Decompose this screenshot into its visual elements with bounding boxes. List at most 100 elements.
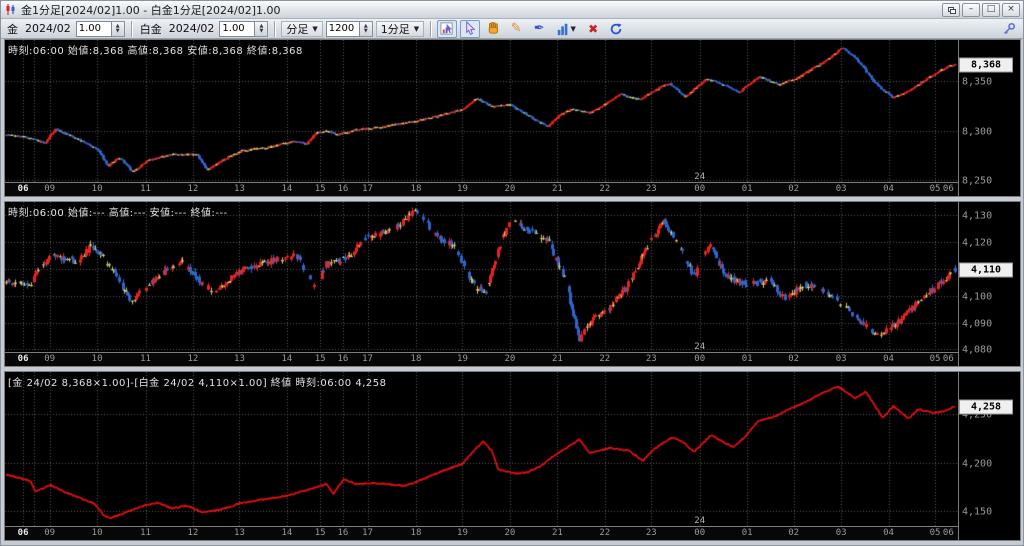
gold-label: 金 [5, 21, 20, 37]
spread-chart-plot[interactable]: [金 24/02 8,368×1.00]-[白金 24/02 4,110×1.0… [5, 372, 958, 526]
time-tick-label: 09 [44, 354, 55, 364]
time-tick-label: 20 [504, 354, 515, 364]
time-tick-label: 16 [337, 528, 348, 538]
time-tick-label: 05 [930, 354, 941, 364]
time-tick-label: 13 [234, 528, 245, 538]
time-tick-label: 19 [457, 528, 468, 538]
platinum-label: 白金 [138, 21, 164, 37]
spread-chart-canvas [5, 372, 958, 526]
settings-key-icon [1002, 22, 1016, 36]
time-tick-label: 18 [411, 354, 422, 364]
app-candlestick-icon [4, 3, 17, 16]
pen-draw-tool-button[interactable]: ✒ [529, 20, 549, 38]
time-tick-label: 09 [44, 528, 55, 538]
gold-chart-panel: 時刻:06:00 始値:8,368 高値:8,368 安値:8,368 終値:8… [4, 39, 1021, 197]
date-label: 24 [694, 516, 705, 526]
time-tick-label: 06 [943, 184, 954, 194]
time-tick-label: 00 [694, 184, 705, 194]
time-tick-label: 21 [552, 528, 563, 538]
refresh-button[interactable] [606, 20, 626, 38]
hand-pan-tool-button[interactable] [483, 20, 503, 38]
minimize-button[interactable]: – [962, 3, 980, 17]
settings-key-button[interactable] [999, 20, 1019, 38]
platinum-multiplier-spinner: ▲▼ [219, 21, 268, 37]
time-tick-label: 23 [646, 528, 657, 538]
pencil-icon: ✎ [511, 21, 522, 36]
time-tick-label: 01 [742, 354, 753, 364]
spread-time-axis: 0609101112131415161718192021222300010203… [5, 526, 958, 540]
platinum-chart-canvas [5, 202, 958, 352]
time-tick-label: 11 [140, 528, 151, 538]
time-tick-label: 06 [18, 528, 29, 538]
time-tick-label: 19 [457, 354, 468, 364]
current-price-marker: 4,258 [959, 400, 1013, 415]
chart-pointer-tool-button[interactable] [437, 20, 457, 38]
time-tick-label: 18 [411, 184, 422, 194]
platinum-ohlc-readout: 時刻:06:00 始値:--- 高値:--- 安値:--- 終値:--- [8, 204, 228, 219]
time-tick-label: 12 [188, 354, 199, 364]
platinum-multiplier-input[interactable] [219, 21, 255, 37]
time-tick-label: 14 [281, 528, 292, 538]
time-tick-label: 22 [599, 184, 610, 194]
time-tick-label: 06 [18, 354, 29, 364]
bar-count-input[interactable] [326, 21, 360, 37]
time-tick-label: 00 [694, 354, 705, 364]
time-tick-label: 01 [742, 528, 753, 538]
pencil-draw-tool-button[interactable]: ✎ [506, 20, 526, 38]
time-tick-label: 22 [599, 528, 610, 538]
time-tick-label: 03 [836, 528, 847, 538]
price-tick-label: 4,130 [962, 211, 992, 222]
time-tick-label: 03 [836, 184, 847, 194]
time-tick-label: 15 [315, 354, 326, 364]
price-tick-label: 4,120 [962, 238, 992, 249]
platinum-chart-plot[interactable]: 時刻:06:00 始値:--- 高値:--- 安値:--- 終値:--- 24 [5, 202, 958, 352]
price-tick-label: 4,090 [962, 318, 992, 329]
time-tick-label: 18 [411, 528, 422, 538]
select-arrow-tool-button[interactable] [460, 20, 480, 38]
time-tick-label: 20 [504, 528, 515, 538]
time-tick-label: 10 [92, 528, 103, 538]
chevron-down-icon: ▼ [312, 25, 317, 33]
price-tick-label: 8,300 [962, 126, 992, 137]
time-tick-label: 05 [930, 528, 941, 538]
price-tick-label: 8,350 [962, 77, 992, 88]
spread-price-axis: 4,1504,2004,2504,258 [958, 372, 1020, 540]
interval-dropdown[interactable]: 1分足▼ [376, 21, 424, 37]
time-tick-label: 06 [943, 528, 954, 538]
chevron-down-icon: ▼ [414, 25, 419, 33]
bar-chart-icon [556, 22, 570, 36]
price-tick-label: 4,200 [962, 458, 992, 469]
time-tick-label: 17 [362, 354, 373, 364]
time-tick-label: 02 [788, 528, 799, 538]
time-tick-label: 04 [883, 528, 894, 538]
float-window-button[interactable] [942, 3, 960, 17]
time-tick-label: 21 [552, 354, 563, 364]
time-tick-label: 10 [92, 354, 103, 364]
gold-multiplier-spinner: ▲▼ [76, 21, 125, 37]
time-tick-label: 10 [92, 184, 103, 194]
chevron-down-icon: ▼ [570, 25, 575, 33]
gold-multiplier-input[interactable] [76, 21, 112, 37]
time-tick-label: 16 [337, 354, 348, 364]
time-tick-label: 17 [362, 528, 373, 538]
toolbar-separator [430, 21, 431, 37]
chart-type-selector-button[interactable]: ▼ [552, 20, 580, 38]
bar-count-spin-buttons[interactable]: ▲▼ [360, 21, 373, 37]
time-tick-label: 14 [281, 184, 292, 194]
time-tick-label: 11 [140, 184, 151, 194]
delete-drawings-button[interactable]: ✖ [583, 20, 603, 38]
period-type-dropdown[interactable]: 分足▼ [281, 21, 322, 37]
time-tick-label: 13 [234, 184, 245, 194]
gold-multiplier-spin-buttons[interactable]: ▲▼ [112, 21, 125, 37]
time-tick-label: 06 [943, 354, 954, 364]
platinum-multiplier-spin-buttons[interactable]: ▲▼ [255, 21, 268, 37]
time-tick-label: 21 [552, 184, 563, 194]
gold-chart-plot[interactable]: 時刻:06:00 始値:8,368 高値:8,368 安値:8,368 終値:8… [5, 40, 958, 182]
time-tick-label: 23 [646, 354, 657, 364]
gold-price-axis: 8,2508,3008,3508,368 [958, 40, 1020, 196]
time-tick-label: 01 [742, 184, 753, 194]
title-bar[interactable]: 金1分足[2024/02]1.00 - 白金1分足[2024/02]1.00 –… [1, 1, 1023, 19]
date-label: 24 [694, 172, 705, 182]
close-button[interactable]: × [1002, 3, 1020, 17]
maximize-button[interactable]: □ [982, 3, 1000, 17]
